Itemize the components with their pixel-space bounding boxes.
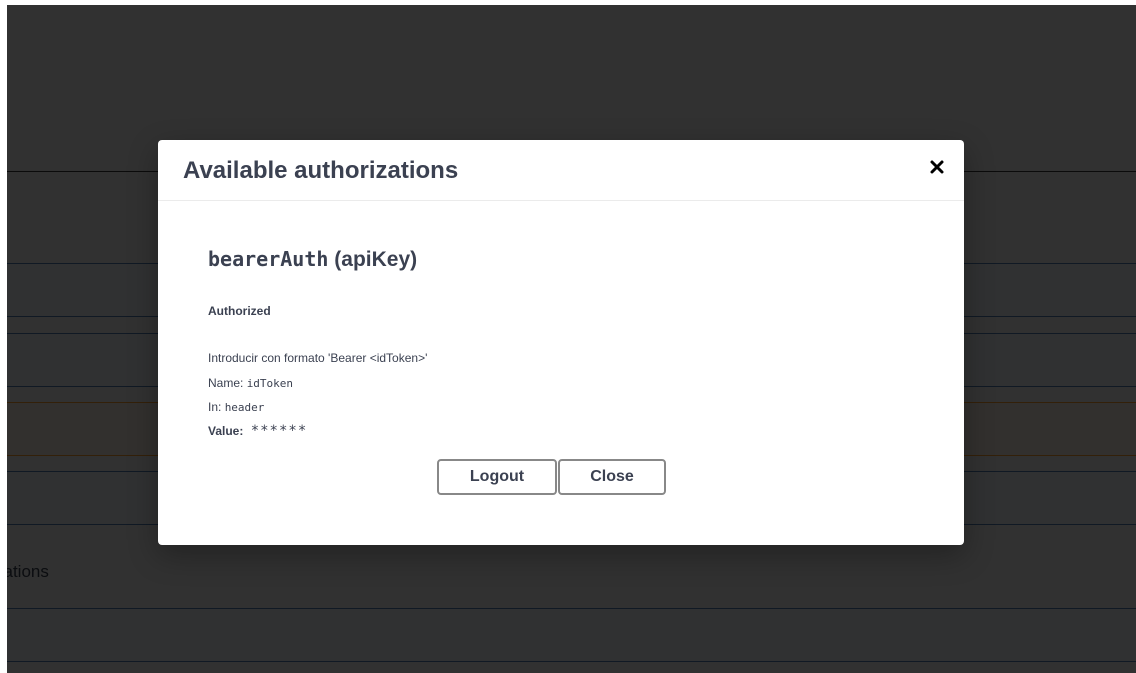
close-button[interactable]: Close [558,459,666,495]
dialog-header: Available authorizations [158,140,964,201]
auth-name-label: Name: [208,376,244,390]
close-dialog-button[interactable] [927,157,947,177]
auth-status: Authorized [208,304,271,318]
auth-scheme-name: bearerAuth [208,247,329,271]
auth-description: Introducir con formato 'Bearer <idToken>… [208,351,428,365]
logout-button[interactable]: Logout [437,459,557,495]
auth-in-value: header [224,401,265,414]
auth-scheme-type: (apiKey) [334,248,418,271]
close-icon [930,160,944,174]
authorizations-dialog: Available authorizations bearerAuth (api… [158,140,964,545]
auth-value-row: Value: ****** [208,423,307,439]
auth-name-value: idToken [246,377,294,390]
auth-value-masked: ****** [250,423,308,439]
auth-value-label: Value: [208,424,244,438]
auth-scheme-heading: bearerAuth (apiKey) [208,247,417,272]
auth-in-row: In: header [208,400,264,414]
auth-in-label: In: [208,400,222,414]
auth-name-row: Name: idToken [208,376,293,390]
dialog-title: Available authorizations [183,157,459,184]
